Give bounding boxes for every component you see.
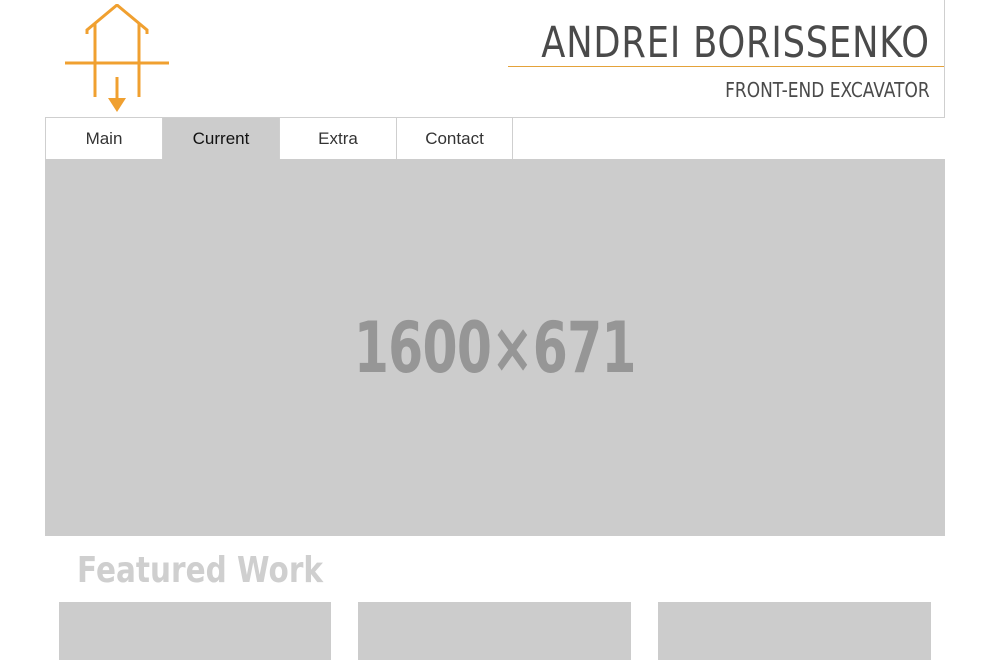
tab-contact[interactable]: Contact (396, 118, 513, 160)
site-title: ANDREI BORISSENKO (541, 18, 930, 68)
featured-card[interactable] (658, 602, 931, 660)
site-subtitle: FRONT-END EXCAVATOR (725, 78, 930, 102)
featured-card[interactable] (358, 602, 631, 660)
logo[interactable] (62, 3, 172, 116)
house-arrow-down-icon (65, 3, 169, 112)
main-nav: Main Current Extra Contact (45, 117, 945, 160)
tab-extra[interactable]: Extra (279, 118, 396, 160)
title-divider (508, 66, 944, 67)
hero-placeholder-label: 1600×671 (354, 306, 637, 389)
tab-main[interactable]: Main (45, 118, 162, 160)
featured-work-heading: Featured Work (77, 550, 324, 591)
featured-card[interactable] (59, 602, 331, 660)
page: ANDREI BORISSENKO FRONT-END EXCAVATOR Ma… (0, 0, 989, 660)
nav-tabs: Main Current Extra Contact (45, 118, 945, 160)
hero-image-placeholder: 1600×671 (45, 159, 945, 536)
tab-current[interactable]: Current (162, 118, 279, 160)
header-title-block: ANDREI BORISSENKO FRONT-END EXCAVATOR (508, 0, 945, 118)
